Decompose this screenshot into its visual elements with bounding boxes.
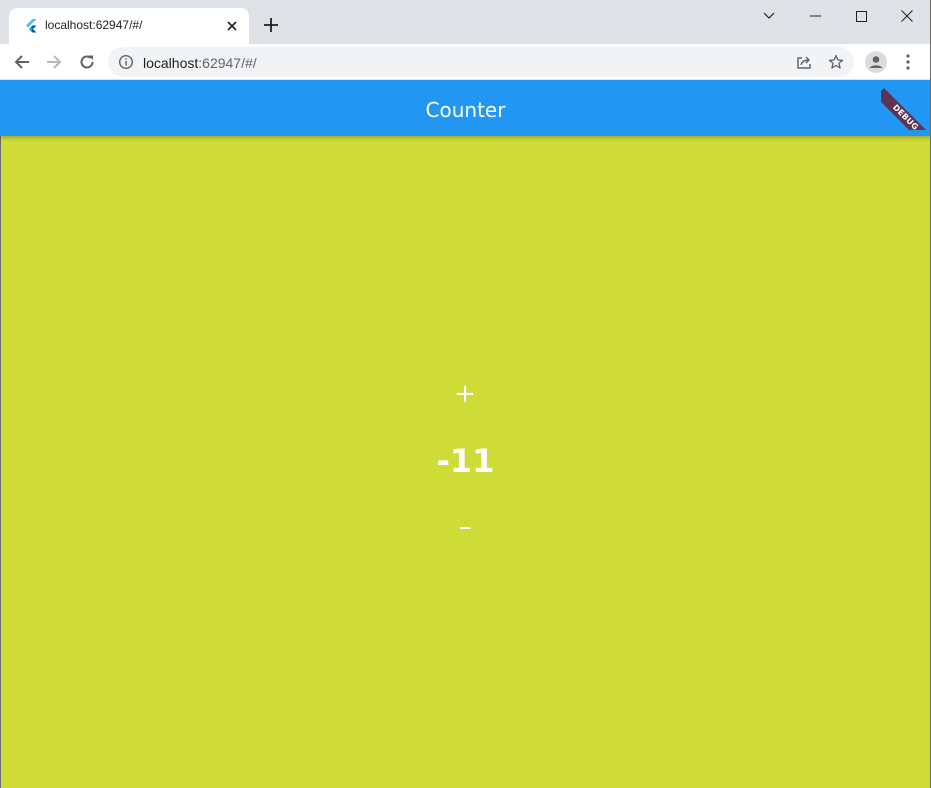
tab-close-icon[interactable]: [223, 17, 241, 35]
window-close-button[interactable]: [884, 0, 930, 32]
debug-banner-label: DEBUG: [881, 88, 931, 130]
site-info-icon[interactable]: [118, 54, 134, 70]
browser-titlebar: localhost:62947/#/: [0, 0, 931, 44]
address-url: localhost:62947/#/: [143, 55, 257, 71]
app-title: Counter: [425, 98, 506, 122]
tab-title: localhost:62947/#/: [45, 18, 143, 32]
reload-button[interactable]: [73, 48, 101, 76]
profile-avatar-icon[interactable]: [864, 50, 888, 74]
app-body: + -11 –: [0, 136, 931, 788]
decrement-button[interactable]: –: [450, 514, 480, 540]
app-bar: Counter: [0, 80, 931, 136]
bookmark-star-icon[interactable]: [826, 52, 846, 72]
increment-button[interactable]: +: [450, 381, 480, 407]
url-host: localhost: [143, 55, 199, 71]
flutter-favicon-icon: [23, 18, 39, 34]
browser-toolbar: localhost:62947/#/: [0, 44, 931, 80]
browser-menu-icon[interactable]: [898, 50, 918, 74]
forward-button[interactable]: [40, 48, 68, 76]
back-button[interactable]: [8, 48, 36, 76]
url-path: :62947/#/: [198, 55, 257, 71]
new-tab-button[interactable]: [260, 14, 282, 36]
tab-search-chevron-down-icon[interactable]: [746, 0, 792, 32]
browser-tab[interactable]: localhost:62947/#/: [9, 8, 249, 44]
maximize-button[interactable]: [838, 0, 884, 32]
address-bar[interactable]: localhost:62947/#/: [108, 47, 854, 77]
debug-banner: DEBUG: [881, 80, 931, 130]
counter-value: -11: [436, 442, 495, 480]
minimize-button[interactable]: [792, 0, 838, 32]
share-icon[interactable]: [794, 52, 814, 72]
